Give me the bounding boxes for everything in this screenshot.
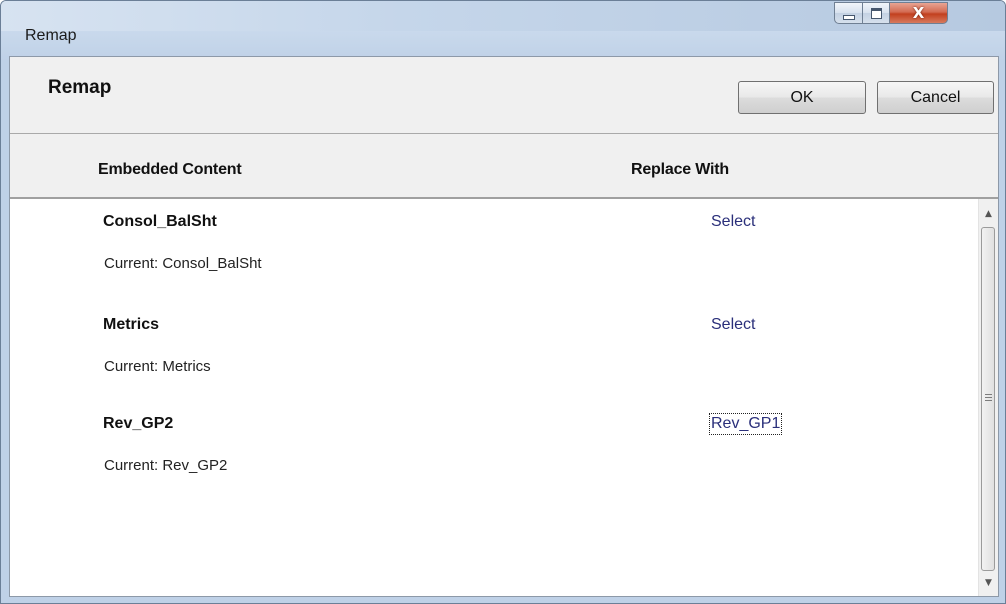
replacement-link[interactable]: Rev_GP1 <box>708 413 783 435</box>
select-link[interactable]: Select <box>711 316 755 334</box>
minimize-button[interactable] <box>834 2 863 24</box>
maximize-button[interactable] <box>863 2 890 24</box>
current-mapping: Current: Consol_BalSht <box>104 255 262 272</box>
remap-window: Remap X Remap OK Cancel Embedded Content… <box>0 0 1006 604</box>
embedded-content-name: Metrics <box>103 316 160 333</box>
scroll-thumb[interactable] <box>981 227 995 571</box>
window-title: Remap <box>25 27 77 44</box>
column-header-embedded-content: Embedded Content <box>98 161 242 178</box>
ok-button[interactable]: OK <box>738 81 866 114</box>
column-header-replace-with: Replace With <box>631 161 729 178</box>
current-mapping: Current: Metrics <box>104 358 211 375</box>
select-link[interactable]: Select <box>711 213 755 231</box>
list-item: Metrics Current: Metrics Select <box>10 302 978 402</box>
embedded-content-name: Rev_GP2 <box>103 415 174 432</box>
current-mapping: Current: Rev_GP2 <box>104 457 228 474</box>
scroll-grip-icon <box>985 394 992 403</box>
header-divider <box>10 133 998 134</box>
remap-list: Consol_BalSht Current: Consol_BalSht Sel… <box>10 199 978 596</box>
scroll-down-arrow-icon[interactable]: ▼ <box>979 572 998 594</box>
maximize-icon <box>870 7 882 19</box>
vertical-scrollbar[interactable]: ▲ ▼ <box>978 199 998 596</box>
header-panel: Remap OK Cancel Embedded Content Replace… <box>10 57 998 199</box>
list-item: Consol_BalSht Current: Consol_BalSht Sel… <box>10 199 978 299</box>
list-item: Rev_GP2 Current: Rev_GP2 Rev_GP1 <box>10 401 978 501</box>
cancel-button[interactable]: Cancel <box>877 81 994 114</box>
embedded-content-name: Consol_BalSht <box>103 213 217 230</box>
close-icon: X <box>912 4 925 22</box>
minimize-icon <box>842 14 855 20</box>
close-button[interactable]: X <box>890 2 948 24</box>
dialog-heading: Remap <box>48 77 112 98</box>
dialog-client-area: Remap OK Cancel Embedded Content Replace… <box>9 56 999 597</box>
scroll-up-arrow-icon[interactable]: ▲ <box>979 203 998 225</box>
